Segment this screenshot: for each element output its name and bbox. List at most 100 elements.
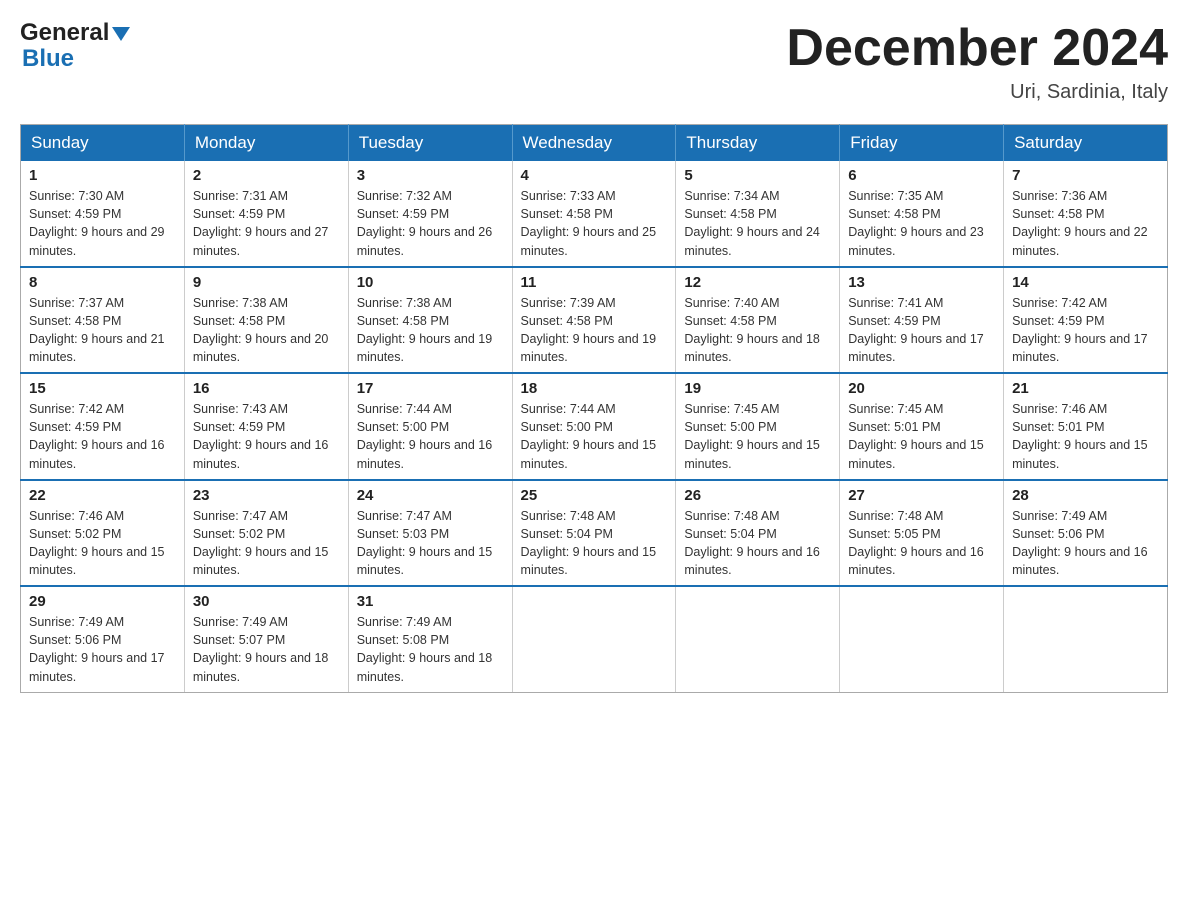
day-info: Sunrise: 7:35 AMSunset: 4:58 PMDaylight:… xyxy=(848,189,984,257)
calendar-cell: 8 Sunrise: 7:37 AMSunset: 4:58 PMDayligh… xyxy=(21,267,185,374)
day-info: Sunrise: 7:43 AMSunset: 4:59 PMDaylight:… xyxy=(193,402,329,470)
logo: General Blue xyxy=(20,20,130,73)
calendar-cell: 22 Sunrise: 7:46 AMSunset: 5:02 PMDaylig… xyxy=(21,480,185,587)
calendar-cell: 19 Sunrise: 7:45 AMSunset: 5:00 PMDaylig… xyxy=(676,373,840,480)
calendar-cell: 6 Sunrise: 7:35 AMSunset: 4:58 PMDayligh… xyxy=(840,161,1004,267)
day-info: Sunrise: 7:33 AMSunset: 4:58 PMDaylight:… xyxy=(521,189,657,257)
calendar-cell: 5 Sunrise: 7:34 AMSunset: 4:58 PMDayligh… xyxy=(676,161,840,267)
day-info: Sunrise: 7:41 AMSunset: 4:59 PMDaylight:… xyxy=(848,296,984,364)
calendar-cell: 29 Sunrise: 7:49 AMSunset: 5:06 PMDaylig… xyxy=(21,586,185,692)
day-number: 14 xyxy=(1012,274,1159,291)
calendar-cell: 21 Sunrise: 7:46 AMSunset: 5:01 PMDaylig… xyxy=(1004,373,1168,480)
calendar-week-row: 1 Sunrise: 7:30 AMSunset: 4:59 PMDayligh… xyxy=(21,161,1168,267)
day-info: Sunrise: 7:36 AMSunset: 4:58 PMDaylight:… xyxy=(1012,189,1148,257)
page-header: General Blue December 2024 Uri, Sardinia… xyxy=(20,20,1168,104)
day-info: Sunrise: 7:45 AMSunset: 5:01 PMDaylight:… xyxy=(848,402,984,470)
day-info: Sunrise: 7:31 AMSunset: 4:59 PMDaylight:… xyxy=(193,189,329,257)
day-number: 21 xyxy=(1012,380,1159,397)
calendar-cell: 25 Sunrise: 7:48 AMSunset: 5:04 PMDaylig… xyxy=(512,480,676,587)
day-info: Sunrise: 7:38 AMSunset: 4:58 PMDaylight:… xyxy=(193,296,329,364)
day-info: Sunrise: 7:42 AMSunset: 4:59 PMDaylight:… xyxy=(1012,296,1148,364)
day-number: 13 xyxy=(848,274,995,291)
calendar-week-row: 15 Sunrise: 7:42 AMSunset: 4:59 PMDaylig… xyxy=(21,373,1168,480)
day-number: 28 xyxy=(1012,487,1159,504)
calendar-cell: 10 Sunrise: 7:38 AMSunset: 4:58 PMDaylig… xyxy=(348,267,512,374)
day-number: 7 xyxy=(1012,167,1159,184)
calendar-cell: 4 Sunrise: 7:33 AMSunset: 4:58 PMDayligh… xyxy=(512,161,676,267)
logo-blue-text: Blue xyxy=(22,46,130,72)
day-info: Sunrise: 7:49 AMSunset: 5:06 PMDaylight:… xyxy=(1012,509,1148,577)
day-number: 12 xyxy=(684,274,831,291)
col-header-sunday: Sunday xyxy=(21,125,185,162)
calendar-cell: 30 Sunrise: 7:49 AMSunset: 5:07 PMDaylig… xyxy=(184,586,348,692)
day-number: 9 xyxy=(193,274,340,291)
calendar-cell: 13 Sunrise: 7:41 AMSunset: 4:59 PMDaylig… xyxy=(840,267,1004,374)
calendar-cell: 23 Sunrise: 7:47 AMSunset: 5:02 PMDaylig… xyxy=(184,480,348,587)
day-number: 5 xyxy=(684,167,831,184)
day-info: Sunrise: 7:48 AMSunset: 5:05 PMDaylight:… xyxy=(848,509,984,577)
calendar-cell: 31 Sunrise: 7:49 AMSunset: 5:08 PMDaylig… xyxy=(348,586,512,692)
calendar-cell: 24 Sunrise: 7:47 AMSunset: 5:03 PMDaylig… xyxy=(348,480,512,587)
col-header-monday: Monday xyxy=(184,125,348,162)
calendar-cell: 27 Sunrise: 7:48 AMSunset: 5:05 PMDaylig… xyxy=(840,480,1004,587)
calendar-cell: 17 Sunrise: 7:44 AMSunset: 5:00 PMDaylig… xyxy=(348,373,512,480)
day-number: 3 xyxy=(357,167,504,184)
calendar-header-row: SundayMondayTuesdayWednesdayThursdayFrid… xyxy=(21,125,1168,162)
day-info: Sunrise: 7:42 AMSunset: 4:59 PMDaylight:… xyxy=(29,402,165,470)
day-info: Sunrise: 7:48 AMSunset: 5:04 PMDaylight:… xyxy=(521,509,657,577)
day-number: 24 xyxy=(357,487,504,504)
day-number: 19 xyxy=(684,380,831,397)
day-number: 18 xyxy=(521,380,668,397)
day-number: 6 xyxy=(848,167,995,184)
location-label: Uri, Sardinia, Italy xyxy=(786,81,1168,104)
day-number: 16 xyxy=(193,380,340,397)
calendar-cell: 15 Sunrise: 7:42 AMSunset: 4:59 PMDaylig… xyxy=(21,373,185,480)
calendar-cell xyxy=(676,586,840,692)
col-header-friday: Friday xyxy=(840,125,1004,162)
day-number: 27 xyxy=(848,487,995,504)
calendar-cell: 18 Sunrise: 7:44 AMSunset: 5:00 PMDaylig… xyxy=(512,373,676,480)
day-info: Sunrise: 7:44 AMSunset: 5:00 PMDaylight:… xyxy=(357,402,493,470)
day-info: Sunrise: 7:30 AMSunset: 4:59 PMDaylight:… xyxy=(29,189,165,257)
day-number: 29 xyxy=(29,593,176,610)
day-number: 4 xyxy=(521,167,668,184)
month-title: December 2024 xyxy=(786,20,1168,77)
day-info: Sunrise: 7:40 AMSunset: 4:58 PMDaylight:… xyxy=(684,296,820,364)
col-header-wednesday: Wednesday xyxy=(512,125,676,162)
calendar-cell: 12 Sunrise: 7:40 AMSunset: 4:58 PMDaylig… xyxy=(676,267,840,374)
day-info: Sunrise: 7:47 AMSunset: 5:03 PMDaylight:… xyxy=(357,509,493,577)
calendar-cell xyxy=(1004,586,1168,692)
day-number: 20 xyxy=(848,380,995,397)
col-header-tuesday: Tuesday xyxy=(348,125,512,162)
calendar-cell xyxy=(512,586,676,692)
day-number: 15 xyxy=(29,380,176,397)
day-number: 8 xyxy=(29,274,176,291)
day-number: 31 xyxy=(357,593,504,610)
day-info: Sunrise: 7:37 AMSunset: 4:58 PMDaylight:… xyxy=(29,296,165,364)
calendar-cell: 26 Sunrise: 7:48 AMSunset: 5:04 PMDaylig… xyxy=(676,480,840,587)
day-number: 30 xyxy=(193,593,340,610)
day-info: Sunrise: 7:32 AMSunset: 4:59 PMDaylight:… xyxy=(357,189,493,257)
calendar-cell: 1 Sunrise: 7:30 AMSunset: 4:59 PMDayligh… xyxy=(21,161,185,267)
day-info: Sunrise: 7:44 AMSunset: 5:00 PMDaylight:… xyxy=(521,402,657,470)
calendar-cell: 14 Sunrise: 7:42 AMSunset: 4:59 PMDaylig… xyxy=(1004,267,1168,374)
calendar-cell: 7 Sunrise: 7:36 AMSunset: 4:58 PMDayligh… xyxy=(1004,161,1168,267)
day-info: Sunrise: 7:34 AMSunset: 4:58 PMDaylight:… xyxy=(684,189,820,257)
calendar-cell: 20 Sunrise: 7:45 AMSunset: 5:01 PMDaylig… xyxy=(840,373,1004,480)
day-info: Sunrise: 7:49 AMSunset: 5:08 PMDaylight:… xyxy=(357,615,493,683)
title-block: December 2024 Uri, Sardinia, Italy xyxy=(786,20,1168,104)
logo-general-text: General xyxy=(20,20,109,46)
calendar-cell: 16 Sunrise: 7:43 AMSunset: 4:59 PMDaylig… xyxy=(184,373,348,480)
day-info: Sunrise: 7:49 AMSunset: 5:06 PMDaylight:… xyxy=(29,615,165,683)
day-info: Sunrise: 7:47 AMSunset: 5:02 PMDaylight:… xyxy=(193,509,329,577)
day-info: Sunrise: 7:39 AMSunset: 4:58 PMDaylight:… xyxy=(521,296,657,364)
col-header-saturday: Saturday xyxy=(1004,125,1168,162)
logo-triangle-icon xyxy=(112,27,130,41)
calendar-week-row: 29 Sunrise: 7:49 AMSunset: 5:06 PMDaylig… xyxy=(21,586,1168,692)
calendar-cell: 2 Sunrise: 7:31 AMSunset: 4:59 PMDayligh… xyxy=(184,161,348,267)
day-number: 10 xyxy=(357,274,504,291)
col-header-thursday: Thursday xyxy=(676,125,840,162)
day-number: 26 xyxy=(684,487,831,504)
calendar-cell: 28 Sunrise: 7:49 AMSunset: 5:06 PMDaylig… xyxy=(1004,480,1168,587)
day-number: 23 xyxy=(193,487,340,504)
